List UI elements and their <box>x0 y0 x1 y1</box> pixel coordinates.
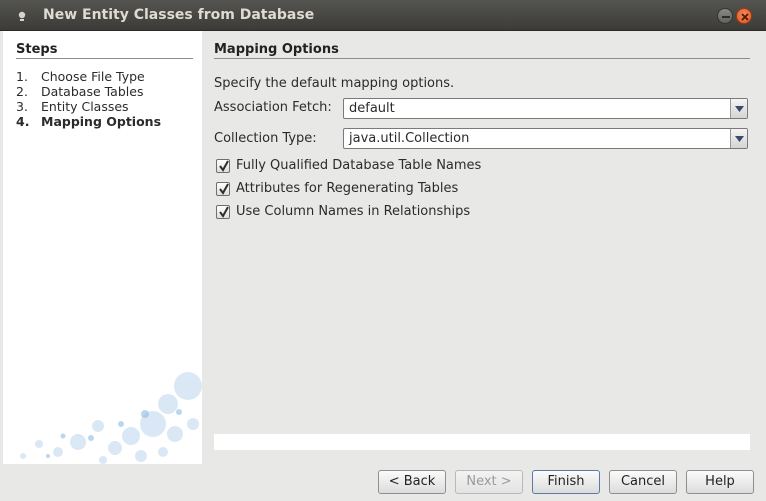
minimize-icon[interactable] <box>717 8 733 24</box>
help-button[interactable]: Help <box>686 470 754 494</box>
checkbox-checked-icon[interactable] <box>216 181 230 196</box>
message-area <box>214 434 750 450</box>
title-bar[interactable]: New Entity Classes from Database <box>0 0 766 31</box>
window-controls <box>717 8 752 24</box>
back-button[interactable]: < Back <box>378 470 446 494</box>
steps-list: 1. Choose File Type 2. Database Tables 3. E… <box>16 69 161 129</box>
close-icon[interactable] <box>736 8 752 24</box>
steps-title: Steps <box>16 42 58 57</box>
chevron-down-icon[interactable] <box>730 129 747 148</box>
association-fetch-select[interactable]: default <box>343 98 748 119</box>
mapping-options-panel: Mapping Options Specify the default mapp… <box>202 31 763 464</box>
description-text: Specify the default mapping options. <box>214 76 455 91</box>
association-fetch-label: Association Fetch: <box>214 100 332 115</box>
step-item: 1. Choose File Type <box>16 69 145 84</box>
checkbox-label: Use Column Names in Relationships <box>236 204 471 219</box>
section-title: Mapping Options <box>214 42 339 57</box>
checkbox-checked-icon[interactable] <box>216 204 230 219</box>
section-divider <box>214 58 750 59</box>
checkbox-label: Fully Qualified Database Table Names <box>236 158 482 173</box>
finish-button[interactable]: Finish <box>532 470 600 494</box>
collection-type-select[interactable]: java.util.Collection <box>343 128 748 149</box>
button-bar: < Back Next > Finish Cancel Help <box>0 464 766 501</box>
attributes-regenerating-tables-checkbox[interactable]: Attributes for Regenerating Tables <box>216 180 458 197</box>
step-item: 3. Entity Classes <box>16 99 129 114</box>
next-button[interactable]: Next > <box>455 470 523 494</box>
app-icon <box>14 8 30 24</box>
decorative-bubbles-image <box>20 372 202 464</box>
checkbox-label: Attributes for Regenerating Tables <box>236 181 459 196</box>
step-item-current: 4. Mapping Options <box>16 114 162 129</box>
column-names-relationships-checkbox[interactable]: Use Column Names in Relationships <box>216 203 470 220</box>
step-item: 2. Database Tables <box>16 84 144 99</box>
association-fetch-value: default <box>349 101 395 116</box>
steps-panel: Steps 1. Choose File Type 2. Database Tabl… <box>3 31 202 464</box>
cancel-button[interactable]: Cancel <box>609 470 677 494</box>
collection-type-value: java.util.Collection <box>349 131 470 146</box>
fully-qualified-names-checkbox[interactable]: Fully Qualified Database Table Names <box>216 157 481 174</box>
chevron-down-icon[interactable] <box>730 99 747 118</box>
checkbox-checked-icon[interactable] <box>216 158 230 173</box>
window-title: New Entity Classes from Database <box>43 7 315 23</box>
collection-type-label: Collection Type: <box>214 131 317 146</box>
steps-divider <box>16 58 193 59</box>
dialog-window: New Entity Classes from Database Steps 1… <box>0 0 766 501</box>
